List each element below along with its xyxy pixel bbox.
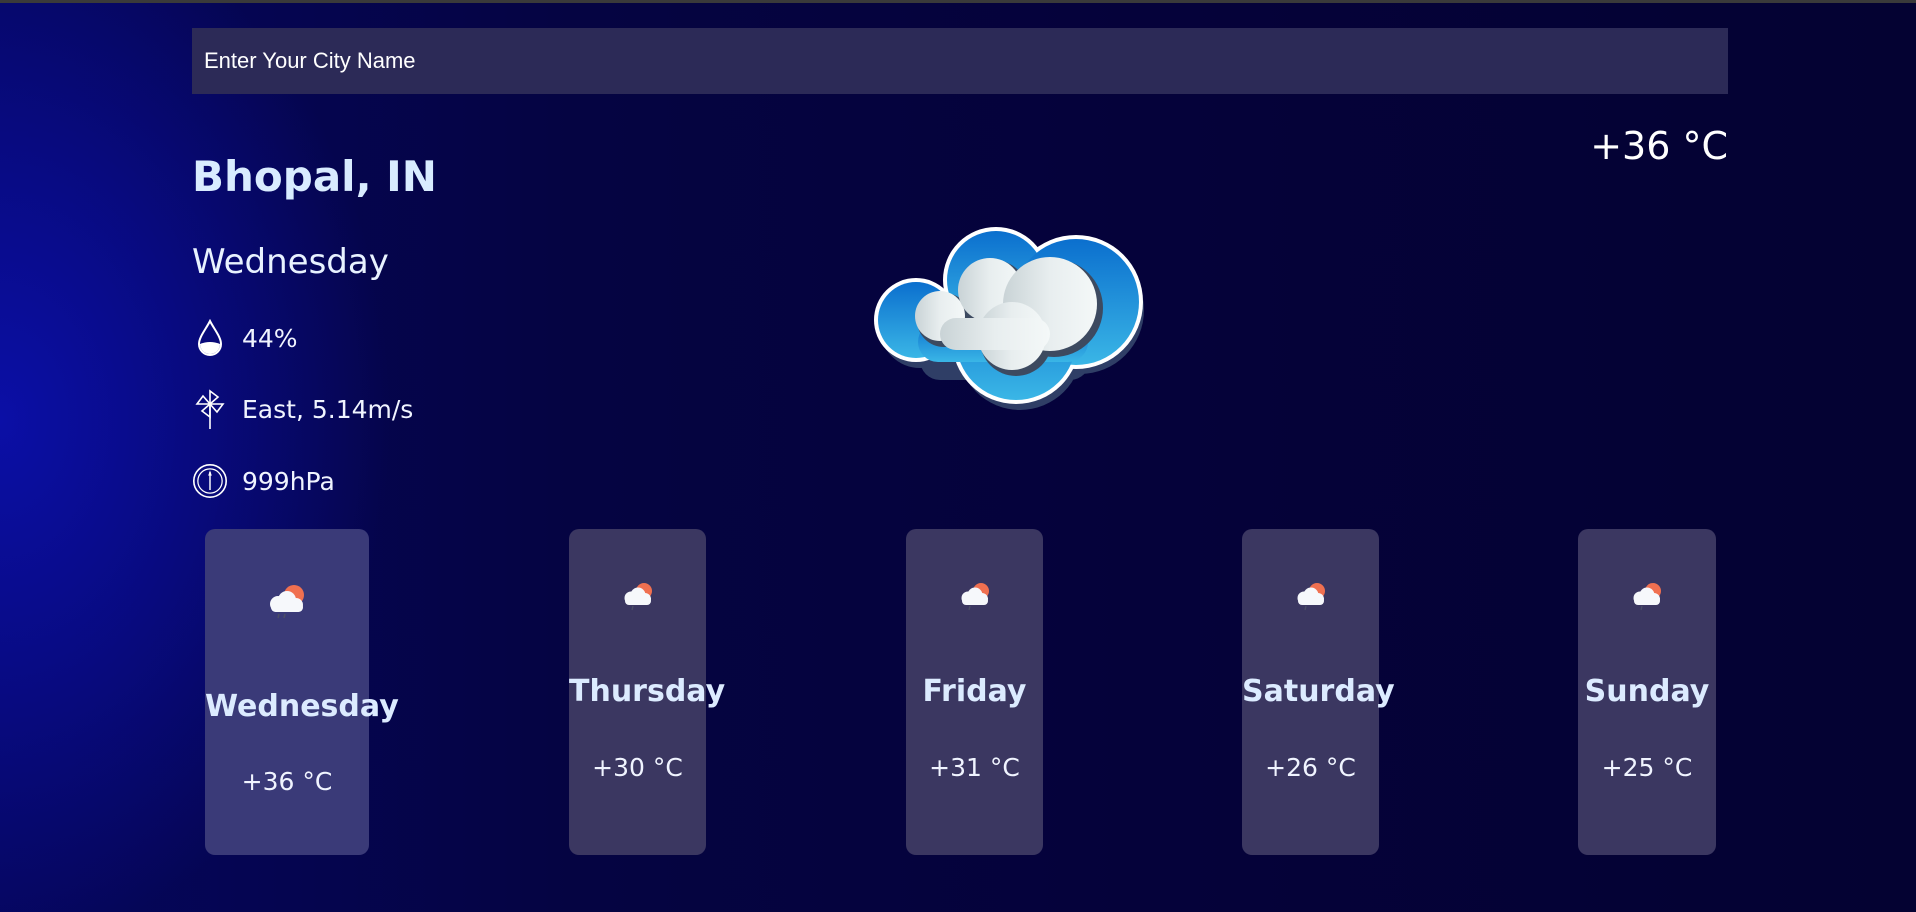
water-drop-icon [192, 318, 228, 358]
forecast-card: Thursday +30 °C [569, 529, 726, 855]
city-name: Bhopal, IN [192, 152, 437, 201]
forecast-temp: +36 °C [241, 767, 333, 796]
humidity-value: 44% [242, 323, 298, 353]
cloud-icon [866, 222, 1156, 422]
forecast-card: Saturday +26 °C [1242, 529, 1395, 855]
pressure-value: 999hPa [242, 466, 335, 496]
pressure-row: 999hPa [192, 461, 335, 501]
forecast-day: Saturday [1242, 674, 1395, 709]
gauge-icon [192, 461, 228, 501]
cloud-sun-icon [1293, 579, 1329, 617]
window-top-border [0, 0, 1916, 3]
city-search-input[interactable] [192, 28, 1728, 94]
wind-value: East, 5.14m/s [242, 394, 414, 424]
forecast-day: Sunday [1584, 674, 1710, 709]
current-day: Wednesday [192, 242, 389, 282]
forecast-day: Friday [922, 674, 1027, 709]
wind-row: East, 5.14m/s [192, 389, 413, 429]
forecast-card: Sunday +25 °C [1578, 529, 1716, 855]
cloud-sun-icon [620, 579, 656, 617]
cloud-sun-icon [1629, 579, 1665, 617]
current-temperature: +36 °C [1590, 124, 1728, 168]
forecast-temp: +31 °C [929, 753, 1020, 782]
forecast-temp: +25 °C [1601, 753, 1693, 782]
forecast-temp: +26 °C [1265, 753, 1356, 782]
forecast-day: Wednesday [205, 689, 399, 724]
pinwheel-icon [192, 389, 228, 429]
cloud-sun-icon [265, 581, 309, 627]
forecast-card: Wednesday +36 °C [205, 529, 399, 855]
humidity-row: 44% [192, 318, 298, 358]
cloud-sun-icon [957, 579, 993, 617]
forecast-day: Thursday [569, 674, 726, 709]
forecast-temp: +30 °C [592, 753, 683, 782]
forecast-card: Friday +31 °C [906, 529, 1043, 855]
